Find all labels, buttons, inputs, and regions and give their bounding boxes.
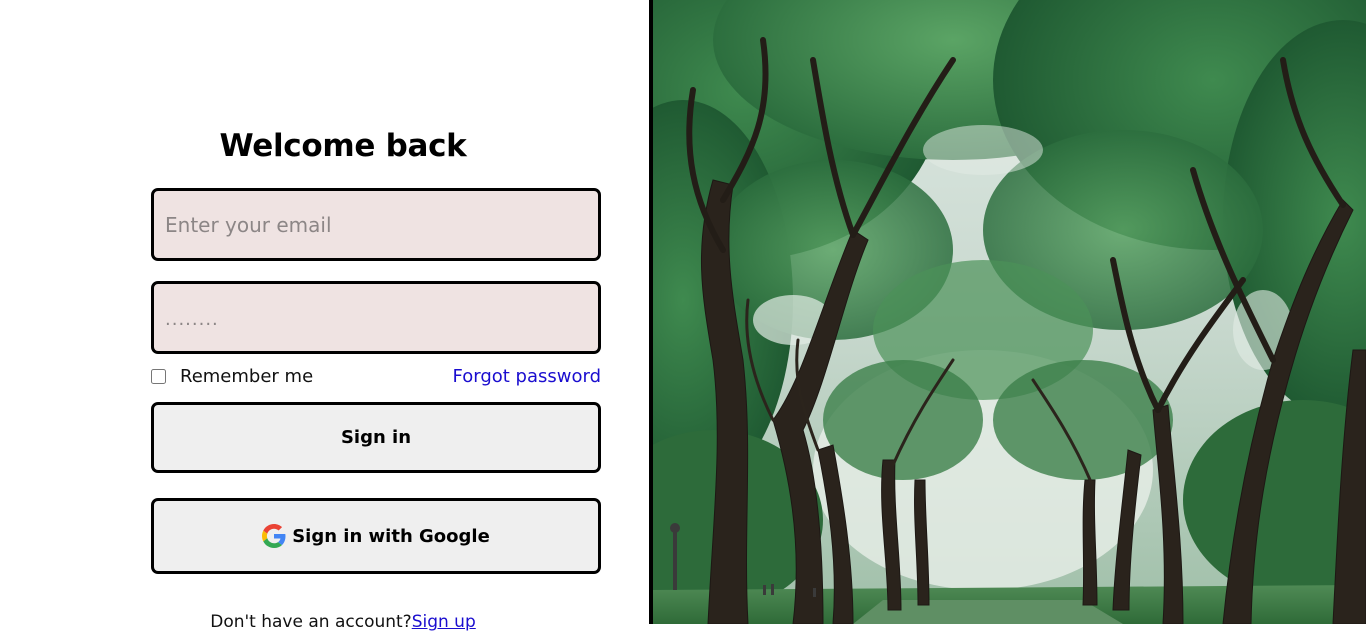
remember-me-checkbox[interactable]	[151, 369, 166, 384]
hero-image	[653, 0, 1366, 624]
remember-me-label: Remember me	[180, 366, 314, 387]
park-trees-illustration	[653, 0, 1366, 624]
google-icon	[262, 524, 286, 548]
login-panel: Welcome back Remember me Forgot password…	[0, 0, 649, 644]
email-field-wrapper	[151, 188, 601, 261]
password-input[interactable]	[154, 284, 598, 351]
sign-in-button[interactable]: Sign in	[151, 402, 601, 473]
login-options: Remember me Forgot password	[151, 366, 601, 392]
no-account-text: Don't have an account?	[210, 612, 412, 632]
password-field-wrapper	[151, 281, 601, 354]
sign-in-button-label: Sign in	[340, 427, 412, 448]
remember-me[interactable]: Remember me	[151, 366, 313, 387]
google-sign-in-button[interactable]: Sign in with Google	[151, 498, 601, 574]
login-page: Welcome back Remember me Forgot password…	[0, 0, 1366, 644]
page-title: Welcome back	[219, 128, 467, 164]
forgot-password-link[interactable]: Forgot password	[453, 366, 601, 387]
signup-prompt: Don't have an account?Sign up	[0, 612, 686, 632]
google-sign-in-label: Sign in with Google	[292, 525, 490, 547]
email-input[interactable]	[154, 191, 598, 258]
sign-up-link[interactable]: Sign up	[412, 612, 476, 632]
